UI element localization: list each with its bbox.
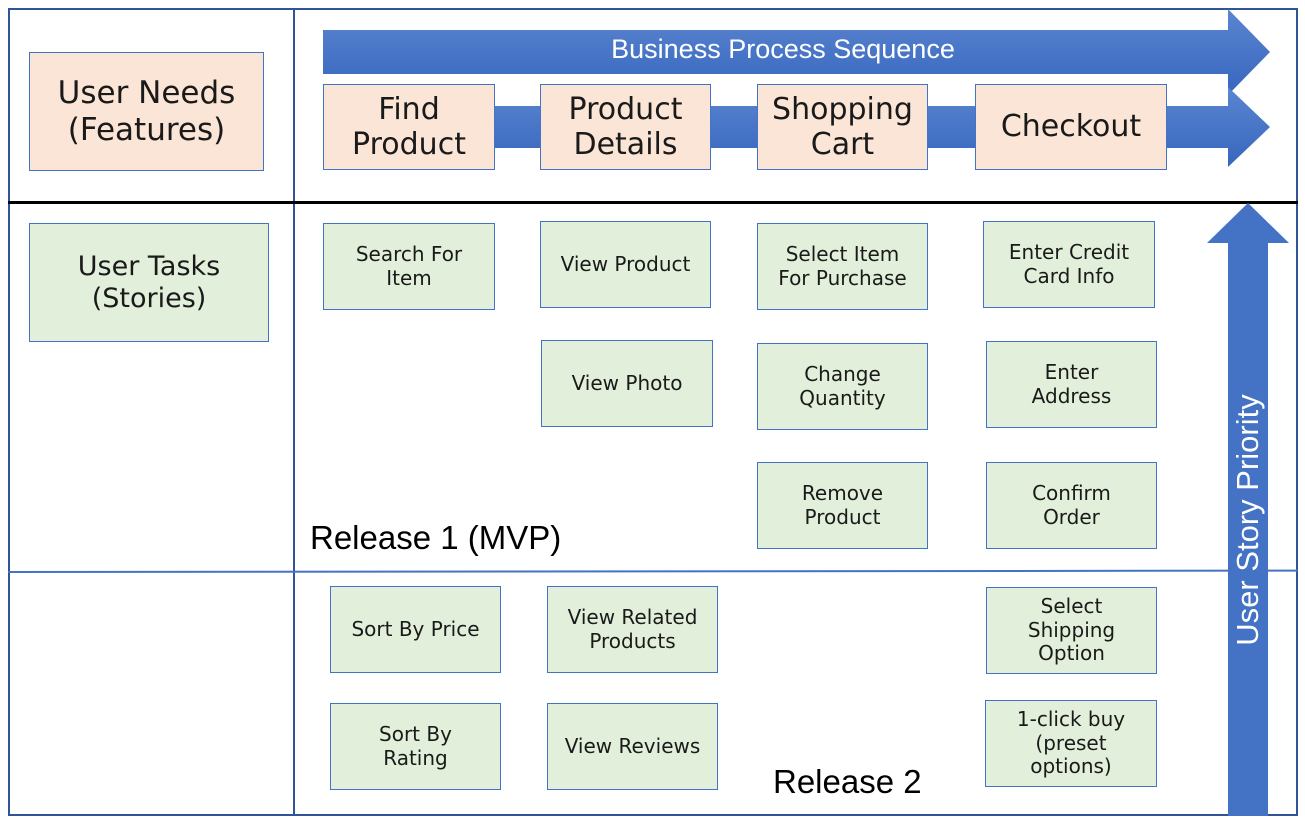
story-card[interactable]: View Related Products	[547, 586, 718, 673]
story-card[interactable]: Search For Item	[323, 223, 495, 310]
story-card[interactable]: Sort By Rating	[330, 703, 501, 790]
story-card[interactable]: Enter Credit Card Info	[983, 221, 1155, 308]
story-card[interactable]: 1-click buy (preset options)	[985, 700, 1157, 787]
feature-product-details[interactable]: Product Details	[540, 84, 711, 170]
story-card[interactable]: Change Quantity	[757, 343, 928, 430]
feature-find-product[interactable]: Find Product	[323, 84, 495, 170]
story-card[interactable]: Enter Address	[986, 341, 1157, 428]
story-card[interactable]: Confirm Order	[986, 462, 1157, 549]
story-card[interactable]: Remove Product	[757, 462, 928, 549]
feature-shopping-cart[interactable]: Shopping Cart	[757, 84, 928, 170]
story-card[interactable]: Sort By Price	[330, 586, 501, 673]
release-1-label: Release 1 (MVP)	[310, 519, 562, 556]
story-card[interactable]: View Reviews	[547, 703, 718, 790]
story-card[interactable]: Select Shipping Option	[986, 587, 1157, 674]
user-story-priority-label: User Story Priority	[1230, 394, 1265, 646]
release-2-label: Release 2	[773, 763, 922, 800]
story-card[interactable]: View Product	[540, 221, 711, 308]
user-tasks-header: User Tasks (Stories)	[29, 223, 269, 342]
story-card[interactable]: View Photo	[541, 340, 713, 427]
business-process-label: Business Process Sequence	[611, 34, 955, 64]
story-card[interactable]: Select Item For Purchase	[757, 223, 928, 310]
feature-checkout[interactable]: Checkout	[975, 84, 1167, 170]
user-needs-header: User Needs (Features)	[29, 52, 264, 171]
